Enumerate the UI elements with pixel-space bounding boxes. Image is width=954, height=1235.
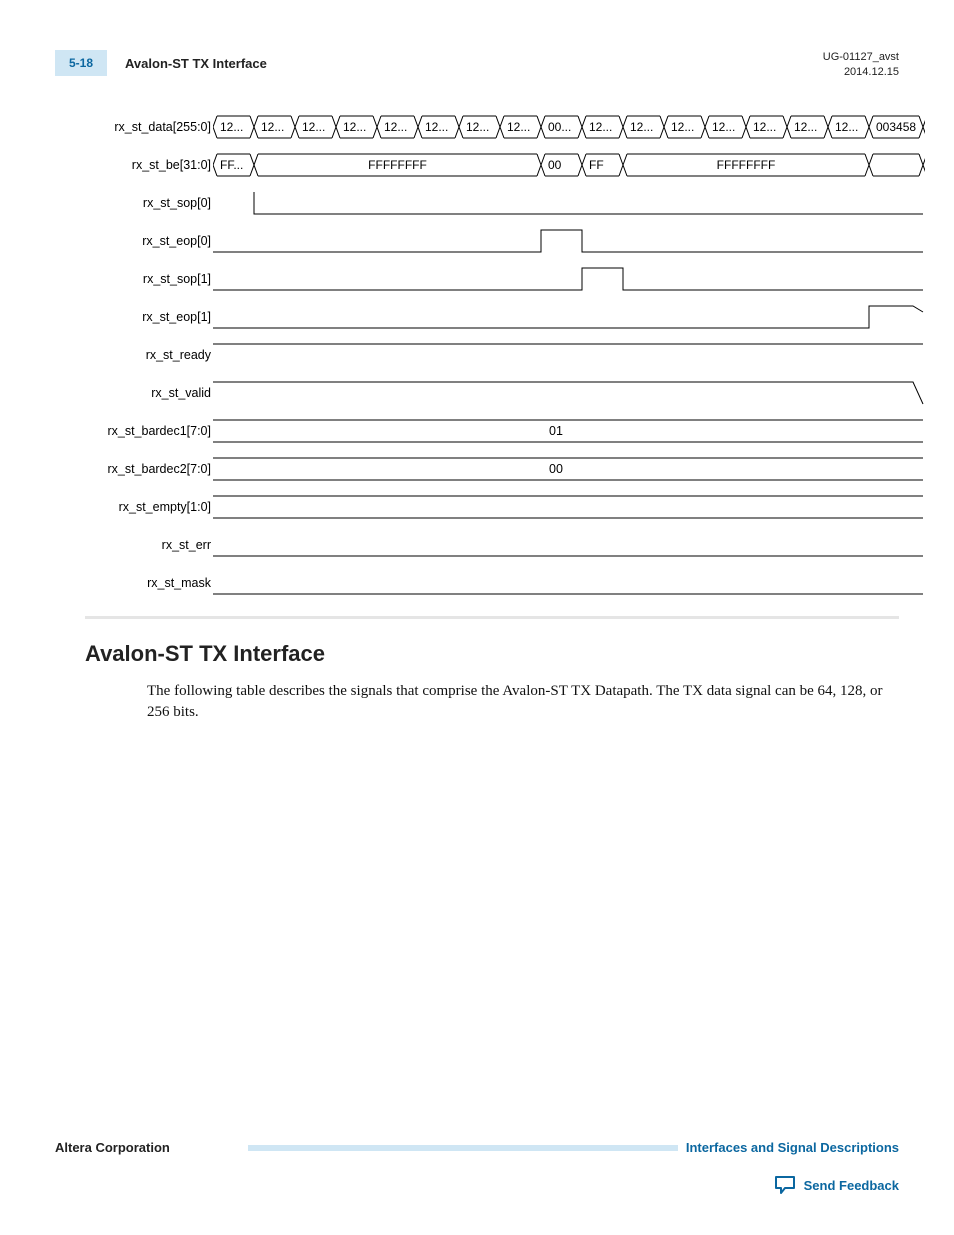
signal-wave <box>213 184 899 222</box>
section-heading: Avalon-ST TX Interface <box>85 641 899 667</box>
bus-cell-value: 12... <box>794 120 817 134</box>
bus-cell-value: 12... <box>466 120 489 134</box>
signal-wave: 12... 12... 12... 12... 12... 12... 12... 12...… <box>213 108 899 146</box>
bus-cell-value: 12... <box>220 120 243 134</box>
bus-cell-value: FFFFFFFF <box>717 158 776 172</box>
section-paragraph: The following table describes the signal… <box>147 681 899 725</box>
timing-row: rx_st_sop[1] <box>85 260 899 298</box>
bus-cell-value: 00... <box>548 120 571 134</box>
signal-wave <box>213 222 899 260</box>
signal-label: rx_st_empty[1:0] <box>85 500 213 514</box>
bus-cell-value: 12... <box>425 120 448 134</box>
signal-label: rx_st_data[255:0] <box>85 120 213 134</box>
bus-cell-value: 003458 <box>876 120 916 134</box>
bus-value: 01 <box>549 424 563 438</box>
timing-row: rx_st_ready <box>85 336 899 374</box>
timing-row: rx_st_data[255:0]12...12...12...12...12.… <box>85 108 899 146</box>
bus-cell-value: 12... <box>589 120 612 134</box>
doc-date: 2014.12.15 <box>823 65 899 80</box>
bus-cell-value: 12... <box>712 120 735 134</box>
footer-divider <box>248 1145 678 1151</box>
bus-cell-value: 12... <box>671 120 694 134</box>
signal-wave <box>213 526 899 564</box>
signal-label: rx_st_sop[1] <box>85 272 213 286</box>
bus-value: 00 <box>549 462 563 476</box>
bus-cell-value: 12... <box>753 120 776 134</box>
signal-label: rx_st_be[31:0] <box>85 158 213 172</box>
bus-cell-value: 00 <box>548 158 561 172</box>
footer-link[interactable]: Interfaces and Signal Descriptions <box>686 1140 899 1155</box>
signal-label: rx_st_bardec2[7:0] <box>85 462 213 476</box>
signal-label: rx_st_eop[1] <box>85 310 213 324</box>
timing-row: rx_st_err <box>85 526 899 564</box>
timing-row: rx_st_bardec1[7:0] 01 <box>85 412 899 450</box>
signal-label: rx_st_bardec1[7:0] <box>85 424 213 438</box>
signal-wave: FF...FFFFFFFF00FFFFFFFFFF <box>213 146 899 184</box>
signal-wave <box>213 336 899 374</box>
bus-cell-value: 12... <box>384 120 407 134</box>
signal-wave: 01 <box>213 412 899 450</box>
bus-cell-value: FFFFFFFF <box>368 158 427 172</box>
bus-cell-value: 12... <box>261 120 284 134</box>
doc-id: UG-01127_avst <box>823 50 899 65</box>
send-feedback-link[interactable]: Send Feedback <box>804 1178 899 1193</box>
signal-wave <box>213 374 899 412</box>
signal-label: rx_st_sop[0] <box>85 196 213 210</box>
signal-wave <box>213 564 899 602</box>
bus-cell-value: FF <box>589 158 604 172</box>
signal-wave <box>213 488 899 526</box>
signal-wave <box>213 298 899 336</box>
signal-label: rx_st_mask <box>85 576 213 590</box>
bus-cell-value: 12... <box>630 120 653 134</box>
signal-wave <box>213 260 899 298</box>
footer-corporation: Altera Corporation <box>55 1140 170 1155</box>
signal-label: rx_st_eop[0] <box>85 234 213 248</box>
header-title: Avalon-ST TX Interface <box>125 56 267 71</box>
signal-label: rx_st_err <box>85 538 213 552</box>
timing-diagram: rx_st_data[255:0]12...12...12...12...12.… <box>85 108 899 619</box>
page-header: 5-18 Avalon-ST TX Interface UG-01127_avs… <box>55 50 899 80</box>
bus-cell-value: 12... <box>507 120 530 134</box>
timing-row: rx_st_empty[1:0] <box>85 488 899 526</box>
timing-row: rx_st_be[31:0]FF...FFFFFFFF00FFFFFFFFFF <box>85 146 899 184</box>
timing-row: rx_st_mask <box>85 564 899 602</box>
signal-label: rx_st_valid <box>85 386 213 400</box>
timing-row: rx_st_valid <box>85 374 899 412</box>
bus-cell-value: FF... <box>220 158 243 172</box>
timing-row: rx_st_sop[0] <box>85 184 899 222</box>
bus-cell-value: 12... <box>835 120 858 134</box>
timing-row: rx_st_eop[0] <box>85 222 899 260</box>
signal-label: rx_st_ready <box>85 348 213 362</box>
signal-wave: 00 <box>213 450 899 488</box>
timing-row: rx_st_bardec2[7:0] 00 <box>85 450 899 488</box>
page-number-badge: 5-18 <box>55 50 107 76</box>
feedback-icon[interactable] <box>774 1175 796 1195</box>
bus-cell-value: 12... <box>343 120 366 134</box>
timing-row: rx_st_eop[1] <box>85 298 899 336</box>
bus-cell-value: 12... <box>302 120 325 134</box>
